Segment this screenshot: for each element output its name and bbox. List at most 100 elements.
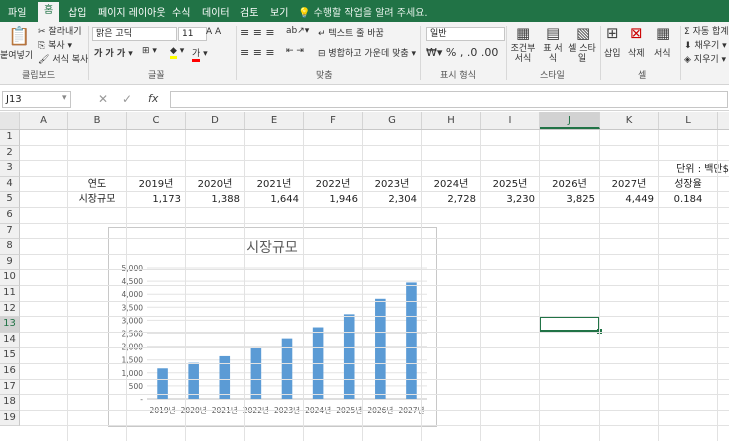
formula-input[interactable] (170, 91, 728, 108)
name-box[interactable]: J13 (2, 91, 71, 108)
column-header[interactable]: E (245, 112, 304, 129)
delete-cells-button[interactable]: 삭제 (628, 46, 645, 59)
table-value-cell[interactable]: 4,449 (599, 191, 659, 208)
font-size-select[interactable]: 11 (178, 27, 207, 41)
cancel-icon[interactable]: ✕ (98, 92, 108, 106)
table-header-cell[interactable]: 2020년 (185, 175, 245, 193)
table-header-cell[interactable]: 2019년 (126, 175, 186, 193)
insert-cells-icon[interactable]: ⊞ (606, 24, 619, 42)
fill-button[interactable]: ⬇ 채우기 ▾ (684, 38, 727, 51)
table-value-cell[interactable]: 1,946 (303, 191, 363, 208)
format-painter-button[interactable]: 🖌 서식 복사 (38, 52, 88, 65)
wrap-text-button[interactable]: ↵ 텍스트 줄 바꿈 (318, 26, 384, 39)
column-header[interactable]: I (481, 112, 540, 129)
cell-style-icon[interactable]: ▧ (576, 24, 590, 42)
table-header-cell[interactable]: 연도 (67, 175, 127, 193)
tab-data[interactable]: 데이터 (202, 4, 230, 19)
conditional-format-icon[interactable]: ▦ (516, 24, 530, 42)
table-value-cell[interactable]: 시장규모 (67, 191, 127, 208)
table-value-cell[interactable]: 2,304 (362, 191, 422, 208)
row-header[interactable]: 2 (0, 145, 20, 162)
row-header[interactable]: 11 (0, 286, 20, 302)
row-header[interactable]: 15 (0, 348, 20, 364)
row-header[interactable]: 10 (0, 270, 20, 286)
indent-icons[interactable]: ⇤ ⇥ (286, 46, 304, 56)
table-header-cell[interactable]: 2025년 (480, 175, 540, 193)
column-header[interactable]: A (20, 112, 68, 129)
row-header[interactable]: 4 (0, 176, 20, 193)
row-header[interactable]: 12 (0, 301, 20, 318)
row-header[interactable]: 1 (0, 130, 20, 146)
select-all-corner[interactable] (0, 112, 20, 129)
table-value-cell[interactable]: 1,388 (185, 191, 245, 208)
column-header[interactable]: G (363, 112, 422, 129)
table-format-icon[interactable]: ▤ (546, 24, 560, 42)
table-value-cell[interactable]: 2,728 (421, 191, 481, 208)
table-format-button[interactable]: 표 서식 (540, 44, 566, 64)
row-header[interactable]: 8 (0, 239, 20, 255)
border-icon[interactable]: ⊞ ▾ (142, 46, 157, 56)
name-box-dropdown-icon[interactable]: ▾ (62, 93, 67, 103)
format-cells-icon[interactable]: ▦ (656, 24, 670, 42)
orientation-icon[interactable]: ab↗▾ (286, 26, 309, 36)
tell-me-search[interactable]: 💡 수행할 작업을 알려 주세요. (298, 4, 428, 19)
tab-file[interactable]: 파일 (8, 4, 26, 19)
selected-cell-J13[interactable] (539, 316, 600, 332)
number-format-select[interactable]: 일반 (426, 27, 505, 41)
row-header[interactable]: 5 (0, 192, 20, 208)
tab-page-layout[interactable]: 페이지 레이아웃 (98, 4, 166, 19)
row-header[interactable]: 9 (0, 254, 20, 271)
column-header[interactable]: C (127, 112, 186, 129)
table-header-cell[interactable]: 2027년 (599, 175, 659, 193)
table-value-cell[interactable]: 0.184 (658, 191, 718, 208)
font-color-icon[interactable]: 가 ▾ (192, 46, 208, 62)
chart-bar[interactable] (250, 348, 262, 399)
column-header-selected[interactable]: J (540, 112, 600, 129)
row-header[interactable]: 19 (0, 410, 20, 427)
table-value-cell[interactable]: 1,173 (126, 191, 186, 208)
delete-cells-icon[interactable]: ⊠ (630, 24, 643, 42)
clear-button[interactable]: ◈ 지우기 ▾ (684, 52, 726, 65)
column-header[interactable]: D (186, 112, 245, 129)
font-grow-icon[interactable]: A A (206, 27, 221, 37)
table-value-cell[interactable]: 1,644 (244, 191, 304, 208)
function-icon[interactable]: fx (148, 92, 158, 105)
column-header[interactable]: K (600, 112, 659, 129)
row-header[interactable]: 6 (0, 208, 20, 224)
confirm-icon[interactable]: ✓ (122, 92, 132, 106)
align-left-icons[interactable]: ≡ ≡ ≡ (240, 46, 275, 59)
column-header[interactable]: H (422, 112, 481, 129)
table-header-cell[interactable]: 2024년 (421, 175, 481, 193)
table-value-cell[interactable]: 3,825 (539, 191, 600, 208)
row-header[interactable]: 16 (0, 364, 20, 380)
merge-center-button[interactable]: ⊟ 병합하고 가운데 맞춤 ▾ (318, 46, 416, 59)
row-header[interactable]: 14 (0, 332, 20, 349)
column-header[interactable]: B (68, 112, 127, 129)
fill-color-icon[interactable]: ◆ ▾ (170, 46, 184, 59)
row-header[interactable]: 18 (0, 395, 20, 411)
conditional-format-button[interactable]: 조건부 서식 (508, 44, 538, 64)
table-header-cell[interactable]: 성장율 (658, 175, 718, 193)
tab-review[interactable]: 검토 (240, 4, 258, 19)
row-header[interactable]: 17 (0, 379, 20, 396)
tab-formulas[interactable]: 수식 (172, 4, 190, 19)
chart-bar[interactable] (375, 298, 386, 399)
bar-chart[interactable]: 시장규모 -5001,0001,5002,0002,5003,0003,5004… (108, 227, 437, 427)
paste-icon[interactable]: 📋 (8, 26, 30, 47)
chart-bar[interactable] (343, 314, 355, 399)
autosum-button[interactable]: Σ 자동 합계 (684, 24, 729, 37)
font-name-select[interactable]: 맑은 고딕 (92, 27, 177, 41)
copy-button[interactable]: ⎘ 복사 ▾ (38, 38, 72, 51)
table-value-cell[interactable]: 3,230 (480, 191, 540, 208)
bold-italic-underline[interactable]: 가 가 가 ▾ (94, 46, 133, 59)
format-cells-button[interactable]: 서식 (654, 46, 671, 59)
column-header[interactable]: F (304, 112, 363, 129)
cut-button[interactable]: ✂ 잘라내기 (38, 24, 82, 37)
number-format-icons[interactable]: ₩▾ % , .0 .00 (426, 46, 498, 59)
table-header-cell[interactable]: 2026년 (539, 175, 600, 193)
table-header-cell[interactable]: 2023년 (362, 175, 422, 193)
row-header[interactable]: 13 (0, 317, 20, 333)
row-header[interactable]: 7 (0, 223, 20, 240)
align-top-icons[interactable]: ≡ ≡ ≡ (240, 26, 275, 39)
paste-button[interactable]: 붙여넣기 (0, 48, 33, 61)
